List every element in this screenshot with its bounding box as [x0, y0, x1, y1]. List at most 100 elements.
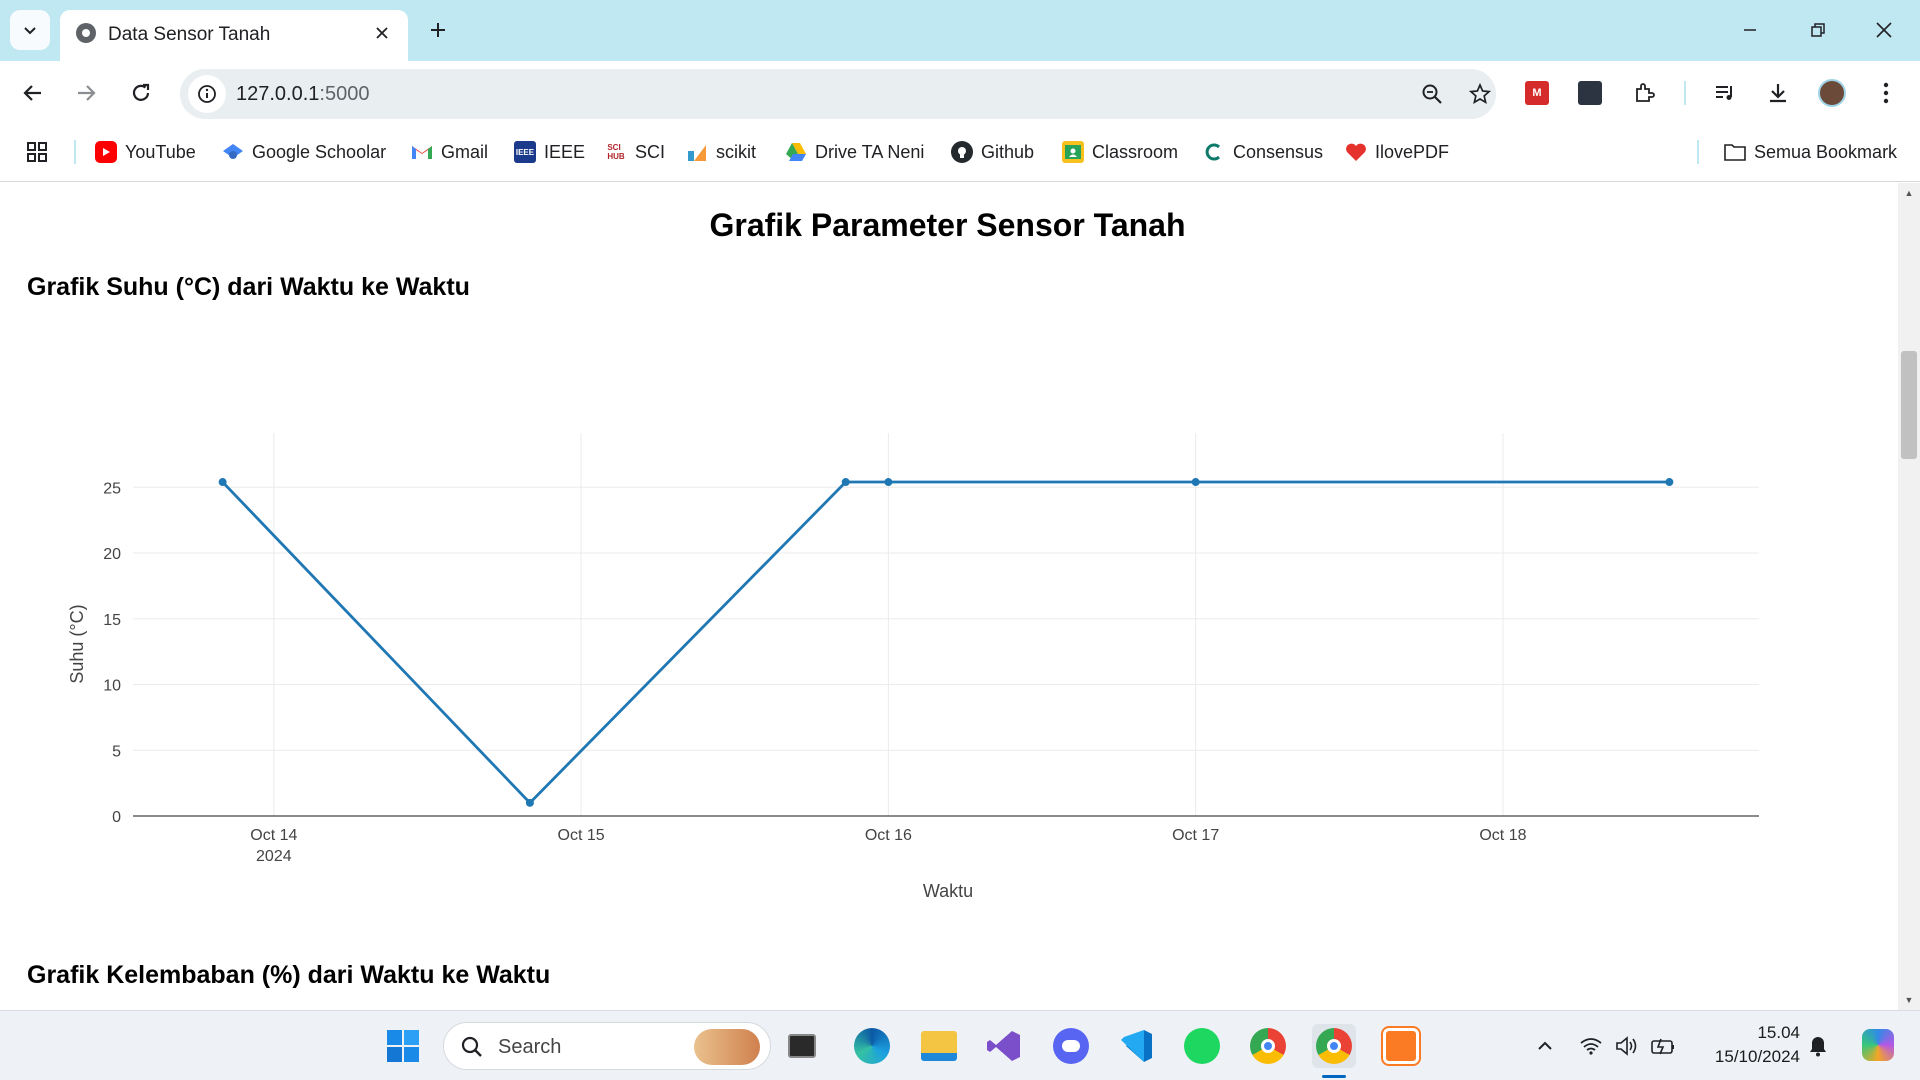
- scikit-icon: [686, 141, 708, 163]
- taskbar-app-visual-studio[interactable]: [982, 1024, 1026, 1068]
- reload-button[interactable]: [121, 73, 161, 113]
- bell-icon: [1810, 1037, 1826, 1057]
- system-clock[interactable]: 15.04 15/10/2024: [1690, 1021, 1800, 1069]
- address-bar[interactable]: 127.0.0.1:5000: [180, 69, 1496, 119]
- bookmark-label: Github: [981, 141, 1035, 162]
- y-axis-label: Suhu (°C): [67, 604, 87, 683]
- bookmark-drive[interactable]: Drive TA Neni: [785, 136, 924, 168]
- minimize-button[interactable]: [1730, 10, 1770, 50]
- scrollbar-thumb[interactable]: [1901, 351, 1917, 459]
- xampp-icon: [1381, 1026, 1421, 1066]
- y-tick-label: 5: [112, 743, 121, 760]
- edge-icon: [854, 1028, 890, 1064]
- wifi-button[interactable]: [1576, 1031, 1606, 1061]
- volume-button[interactable]: [1612, 1031, 1642, 1061]
- task-view-button[interactable]: [780, 1024, 824, 1068]
- copilot-button[interactable]: [1858, 1025, 1898, 1065]
- y-tick-label: 0: [112, 809, 121, 826]
- extension-button[interactable]: [1570, 73, 1610, 113]
- taskbar-search[interactable]: Search: [443, 1022, 771, 1070]
- bookmark-github[interactable]: Github: [951, 136, 1034, 168]
- taskbar-app-vscode[interactable]: [1114, 1024, 1158, 1068]
- tab-search-button[interactable]: [10, 10, 50, 50]
- close-icon: [376, 27, 388, 39]
- clock-time: 15.04: [1757, 1023, 1800, 1042]
- discord-icon: [1053, 1028, 1089, 1064]
- browser-menu-button[interactable]: [1866, 73, 1906, 113]
- chrome-profile-icon: [1316, 1028, 1352, 1064]
- restore-button[interactable]: [1798, 10, 1838, 50]
- chart-axes: 0 5 10 15 20 25 Oct 14 2024 Oct 15 Oct 16 Oct 17 Oc…: [103, 480, 1759, 865]
- scroll-up-arrow[interactable]: ▲: [1898, 183, 1920, 203]
- bookmark-scikit[interactable]: scikit: [686, 136, 756, 168]
- bookmark-youtube[interactable]: YouTube: [95, 136, 196, 168]
- bookmark-sci[interactable]: SCI HUB SCI: [605, 136, 665, 168]
- star-icon: [1469, 83, 1491, 105]
- bookmark-consensus[interactable]: Consensus: [1203, 136, 1323, 168]
- zoom-icon: [1422, 84, 1442, 104]
- bookmark-classroom[interactable]: Classroom: [1062, 136, 1178, 168]
- url-port: :5000: [319, 83, 370, 105]
- page-scrollbar[interactable]: ▲ ▼: [1898, 183, 1920, 1010]
- data-point: [218, 478, 227, 487]
- toolbar-divider: [1684, 81, 1686, 105]
- x-axis-label: Waktu: [923, 881, 973, 901]
- bookmark-star-button[interactable]: [1460, 74, 1500, 114]
- arrow-right-icon: [78, 85, 96, 101]
- window-close-button[interactable]: [1864, 10, 1904, 50]
- browser-title-bar: Data Sensor Tanah: [0, 0, 1920, 61]
- info-icon: [198, 85, 216, 103]
- y-tick-label: 25: [103, 480, 121, 497]
- show-hidden-icons-button[interactable]: [1530, 1031, 1560, 1061]
- taskbar-app-chrome-profile[interactable]: [1312, 1024, 1356, 1068]
- reading-list-button[interactable]: [1705, 73, 1745, 113]
- back-button[interactable]: [13, 73, 53, 113]
- x-tick-label: Oct 14: [250, 827, 297, 844]
- scroll-down-arrow[interactable]: ▼: [1898, 990, 1920, 1010]
- consensus-icon: [1203, 141, 1225, 163]
- taskbar-app-edge[interactable]: [850, 1024, 894, 1068]
- downloads-button[interactable]: [1758, 73, 1798, 113]
- active-tab[interactable]: Data Sensor Tanah: [60, 10, 408, 61]
- taskbar-app-chrome[interactable]: [1246, 1024, 1290, 1068]
- taskbar-app-discord[interactable]: [1049, 1024, 1093, 1068]
- y-tick-label: 10: [103, 678, 121, 695]
- bookmark-label: Drive TA Neni: [815, 141, 925, 162]
- url-text[interactable]: 127.0.0.1:5000: [236, 83, 369, 106]
- chart-grid: [133, 433, 1759, 816]
- apps-button[interactable]: [26, 136, 48, 168]
- gmail-icon: [411, 141, 433, 163]
- profile-button[interactable]: [1812, 73, 1852, 113]
- taskbar-app-explorer[interactable]: [917, 1024, 961, 1068]
- close-tab-button[interactable]: [368, 19, 396, 47]
- google-drive-icon: [785, 141, 807, 163]
- url-host: 127.0.0.1: [236, 83, 320, 105]
- all-bookmarks-button[interactable]: Semua Bookmark: [1724, 136, 1897, 168]
- taskbar-app-spotify[interactable]: [1180, 1024, 1224, 1068]
- bookmark-gmail[interactable]: Gmail: [411, 136, 488, 168]
- minimize-icon: [1744, 29, 1756, 31]
- extensions-menu-button[interactable]: [1625, 73, 1665, 113]
- start-button[interactable]: [381, 1024, 425, 1068]
- folder-icon: [1724, 141, 1746, 163]
- site-info-button[interactable]: [188, 75, 226, 113]
- zoom-button[interactable]: [1412, 74, 1452, 114]
- youtube-icon: [95, 141, 117, 163]
- bookmark-ilovepdf[interactable]: IlovePDF: [1345, 136, 1449, 168]
- notifications-button[interactable]: [1803, 1031, 1833, 1061]
- extension-mendeley-button[interactable]: M: [1517, 73, 1557, 113]
- chrome-icon: [1250, 1028, 1286, 1064]
- vscode-icon: [1121, 1030, 1152, 1062]
- new-tab-button[interactable]: [420, 12, 456, 48]
- bookmark-ieee[interactable]: IEEE IEEE: [514, 136, 585, 168]
- forward-button[interactable]: [66, 73, 106, 113]
- puzzle-icon: [1636, 83, 1655, 102]
- bookmark-label: Google Schoolar: [252, 141, 387, 162]
- data-point: [1665, 478, 1674, 487]
- bookmark-google-scholar[interactable]: Google Schoolar: [222, 136, 386, 168]
- data-point: [525, 798, 534, 807]
- chart-series: [218, 478, 1674, 807]
- bookmark-label: Classroom: [1092, 141, 1179, 162]
- taskbar-app-xampp[interactable]: [1379, 1024, 1423, 1068]
- battery-button[interactable]: [1648, 1031, 1678, 1061]
